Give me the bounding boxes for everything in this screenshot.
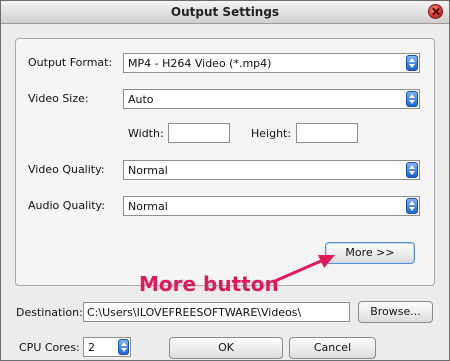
destination-value: C:\Users\ILOVEFREESOFTWARE\Videos\ <box>87 306 302 319</box>
cancel-button[interactable]: Cancel <box>289 337 376 359</box>
title-bar[interactable]: Output Settings <box>1 1 449 24</box>
video-quality-select[interactable]: Normal <box>123 160 420 180</box>
video-size-label: Video Size: <box>28 92 89 105</box>
audio-quality-select[interactable]: Normal <box>123 196 420 216</box>
stepper-arrows-icon[interactable] <box>118 339 129 355</box>
video-quality-value: Normal <box>128 164 168 177</box>
cpu-cores-value: 2 <box>88 341 95 354</box>
video-size-select[interactable]: Auto <box>123 89 420 109</box>
cpu-cores-label: CPU Cores: <box>19 341 80 354</box>
width-label: Width: <box>128 127 164 140</box>
settings-group: Output Format: MP4 - H264 Video (*.mp4) … <box>15 38 435 286</box>
height-label: Height: <box>251 127 292 140</box>
destination-label: Destination: <box>16 306 83 319</box>
browse-button[interactable]: Browse... <box>358 301 433 323</box>
width-input[interactable] <box>168 123 230 143</box>
output-format-label: Output Format: <box>28 56 113 69</box>
cpu-cores-stepper[interactable]: 2 <box>83 337 131 357</box>
video-size-value: Auto <box>128 93 154 106</box>
dropdown-arrow-icon[interactable] <box>406 55 418 71</box>
height-input[interactable] <box>296 123 358 143</box>
dropdown-arrow-icon[interactable] <box>406 91 418 107</box>
output-settings-dialog: Output Settings Output Format: MP4 - H26… <box>0 0 450 361</box>
dropdown-arrow-icon[interactable] <box>406 162 418 178</box>
audio-quality-label: Audio Quality: <box>28 199 105 212</box>
window-title: Output Settings <box>170 5 280 19</box>
close-icon[interactable] <box>428 4 443 19</box>
annotation-arrow-icon <box>274 255 335 283</box>
output-format-select[interactable]: MP4 - H264 Video (*.mp4) <box>123 53 420 73</box>
video-quality-label: Video Quality: <box>28 163 105 176</box>
ok-button[interactable]: OK <box>169 337 283 359</box>
output-format-value: MP4 - H264 Video (*.mp4) <box>128 57 272 70</box>
audio-quality-value: Normal <box>128 200 168 213</box>
dropdown-arrow-icon[interactable] <box>406 198 418 214</box>
destination-input[interactable]: C:\Users\ILOVEFREESOFTWARE\Videos\ <box>83 302 350 322</box>
annotation-label: More button <box>139 272 279 296</box>
